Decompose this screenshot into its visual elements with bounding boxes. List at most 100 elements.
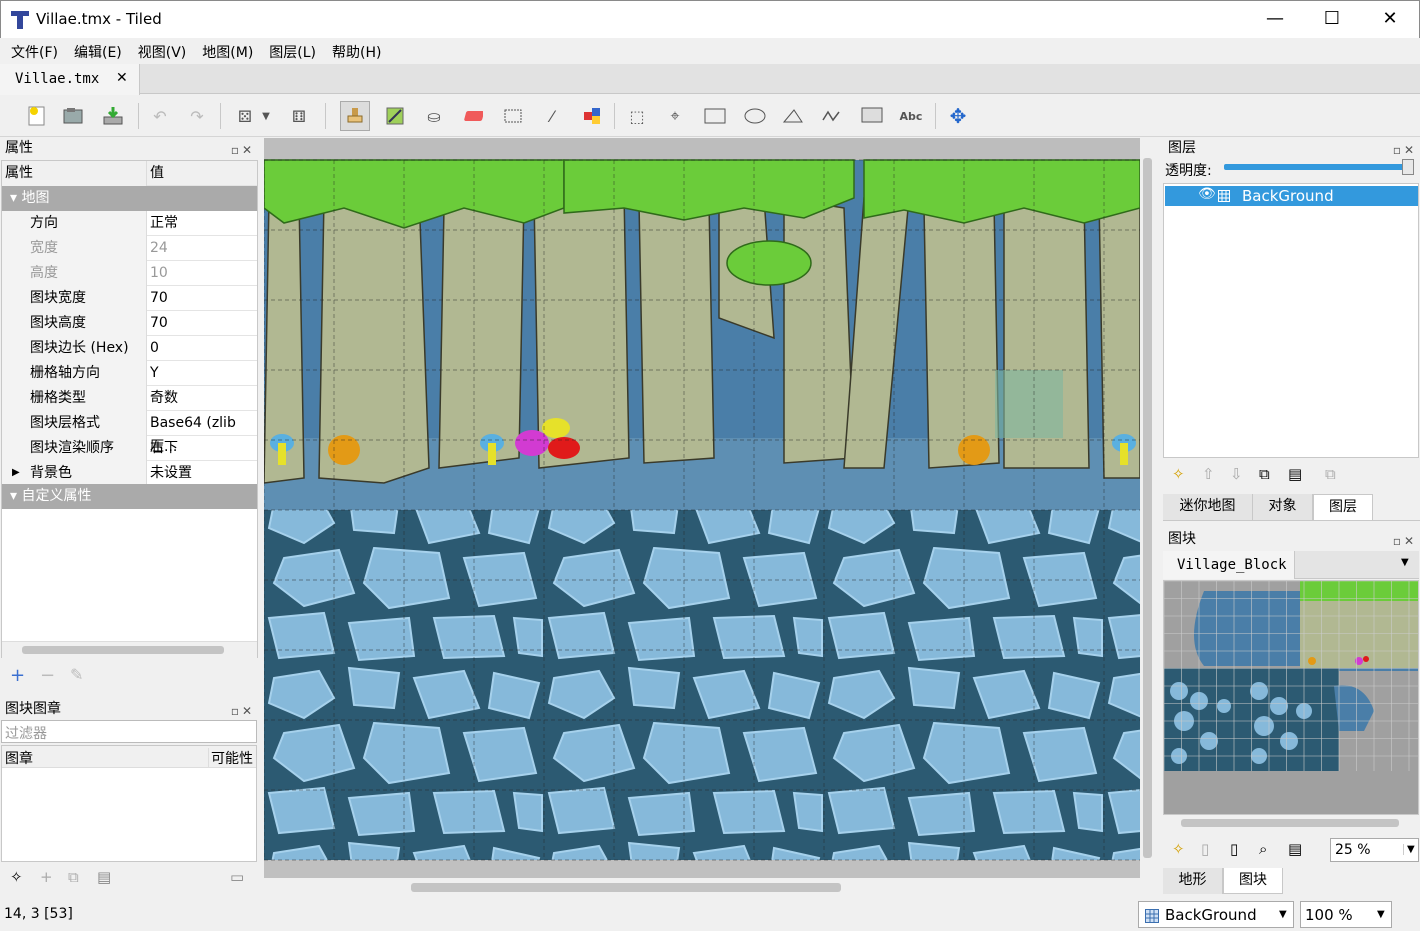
duplicate-layer-icon[interactable]: ⧉ [1259,465,1270,483]
tileset-view[interactable] [1163,580,1419,815]
insert-rectangle-icon[interactable] [700,101,730,131]
property-value[interactable]: 未设置 [150,461,192,485]
chevron-down-icon[interactable]: ▼ [258,101,274,131]
tab-terrains[interactable]: 地形 [1163,868,1223,894]
menu-layer[interactable]: 图层(L) [258,38,321,62]
properties-hscrollbar[interactable] [2,641,257,658]
property-value[interactable]: 正常 [150,211,178,235]
insert-polygon-icon[interactable] [778,101,808,131]
hscroll-thumb[interactable] [22,646,224,654]
chevron-down-icon[interactable]: ▼ [1403,844,1415,855]
minimize-button[interactable]: — [1246,1,1304,39]
raise-layer-icon[interactable]: ⇧ [1202,465,1215,483]
save-file-icon[interactable] [98,101,128,131]
tile-map-render[interactable] [264,138,1140,878]
insert-text-icon[interactable]: Abc [896,101,926,131]
close-tab-icon[interactable]: ✕ [116,70,128,86]
property-value[interactable]: 0 [150,336,159,360]
property-row[interactable]: 栅格类型 奇数 [2,386,257,411]
property-row[interactable]: 图块宽度 70 [2,286,257,311]
property-value[interactable]: 70 [150,311,168,335]
embed-tileset-icon[interactable]: ▯ [1201,840,1209,858]
close-window-button[interactable]: ✕ [1361,1,1419,39]
export-tileset-icon[interactable]: ▯ [1230,840,1238,858]
group-custom-properties[interactable]: ▾ 自定义属性 [2,484,257,509]
property-value[interactable]: 10 [150,261,168,285]
rename-property-icon[interactable]: ✎ [70,665,83,684]
tileset-tab[interactable]: Village_Block [1163,551,1295,579]
dock-float-close-icons[interactable]: ▫✕ [1393,531,1417,551]
chevron-down-icon[interactable]: ▼ [1279,909,1287,920]
insert-ellipse-icon[interactable] [740,101,770,131]
menu-map[interactable]: 地图(M) [191,38,258,62]
menu-file[interactable]: 文件(F) [0,38,63,62]
opacity-slider[interactable] [1224,159,1414,175]
lower-layer-icon[interactable]: ⇩ [1230,465,1243,483]
edit-polygons-icon[interactable]: ⌖ [660,101,690,131]
bucket-fill-icon[interactable]: ⛀ [419,101,449,131]
property-row[interactable]: 背景色 未设置 ▶ [2,461,257,486]
vscroll-thumb[interactable] [1143,158,1152,858]
magic-wand-icon[interactable]: ⁄ [537,101,567,131]
open-stamp-folder-icon[interactable]: ▭ [230,868,244,886]
tab-tilesets[interactable]: 图块 [1223,868,1283,894]
dock-float-close-icons[interactable]: ▫✕ [1393,140,1417,160]
open-file-icon[interactable] [58,101,88,131]
add-variation-icon[interactable]: + [40,868,53,886]
property-row[interactable]: 图块渲染顺序 右下 [2,436,257,461]
property-row[interactable]: 宽度 24 [2,236,257,261]
expand-arrow-icon[interactable]: ▶ [12,461,20,485]
eraser-icon[interactable] [458,101,488,131]
document-tab[interactable]: Villae.tmx ✕ [0,64,140,95]
property-value[interactable]: 24 [150,236,168,260]
toggle-other-layers-icon[interactable]: ⧉ [1325,465,1336,483]
chevron-down-icon[interactable]: ▼ [1377,909,1385,920]
dice-icon[interactable]: ⚅ [284,101,314,131]
property-row[interactable]: 栅格轴方向 Y [2,361,257,386]
remove-property-icon[interactable]: − [40,665,55,686]
stamp-filter-input[interactable]: 过滤器 [1,720,257,743]
property-value[interactable]: 奇数 [150,386,178,410]
dock-float-close-icons[interactable]: ▫✕ [231,140,255,160]
property-value[interactable]: 70 [150,286,168,310]
menu-help[interactable]: 帮助(H) [321,38,386,62]
random-mode-icon[interactable]: ⚄ [230,101,260,131]
tab-objects[interactable]: 对象 [1253,494,1313,520]
layer-row-background[interactable]: 👁 BackGround [1165,186,1418,206]
add-property-icon[interactable]: + [10,665,25,686]
property-value[interactable]: 右下 [150,436,178,460]
property-row[interactable]: 图块边长 (Hex) 0 [2,336,257,361]
tab-layers[interactable]: 图层 [1313,494,1373,520]
hscroll-thumb[interactable] [411,883,841,892]
tileset-properties-icon[interactable]: ⌕ [1259,840,1267,858]
current-layer-select[interactable]: BackGround ▼ [1138,901,1294,928]
dock-float-close-icons[interactable]: ▫✕ [231,701,255,721]
rectangle-select-icon[interactable] [498,101,528,131]
tileset-hscrollbar[interactable] [1163,815,1419,832]
new-tileset-icon[interactable]: ✧ [1172,840,1185,858]
duplicate-stamp-icon[interactable]: ⧉ [68,868,79,886]
menu-view[interactable]: 视图(V) [127,38,192,62]
canvas-vscrollbar[interactable] [1140,138,1156,878]
add-layer-icon[interactable]: ✧ [1172,465,1185,483]
maximize-button[interactable]: ☐ [1303,1,1361,39]
remove-tileset-icon[interactable]: ▤ [1288,840,1302,858]
group-map[interactable]: ▾ 地图 [2,186,257,211]
undo-icon[interactable]: ↶ [145,101,175,131]
new-map-icon[interactable] [22,101,52,131]
property-row[interactable]: 图块层格式 Base64 (zlib压... [2,411,257,455]
delete-stamp-icon[interactable]: ▤ [97,868,111,886]
redo-icon[interactable]: ↷ [182,101,212,131]
select-same-tile-icon[interactable] [577,101,607,131]
tileset-zoom-select[interactable]: 25 % ▼ [1330,838,1419,862]
select-objects-icon[interactable]: ⬚ [622,101,652,131]
delete-layer-icon[interactable]: ▤ [1288,465,1302,483]
property-row[interactable]: 方向 正常 [2,211,257,236]
insert-tile-icon[interactable] [857,101,887,131]
map-zoom-select[interactable]: 100 % ▼ [1300,901,1392,928]
move-tool-icon[interactable]: ✥ [943,101,973,131]
terrain-brush-icon[interactable] [380,101,410,131]
eye-visibility-icon[interactable]: 👁 [1198,186,1216,202]
property-value[interactable]: Y [150,361,159,385]
menu-edit[interactable]: 编辑(E) [63,38,127,62]
